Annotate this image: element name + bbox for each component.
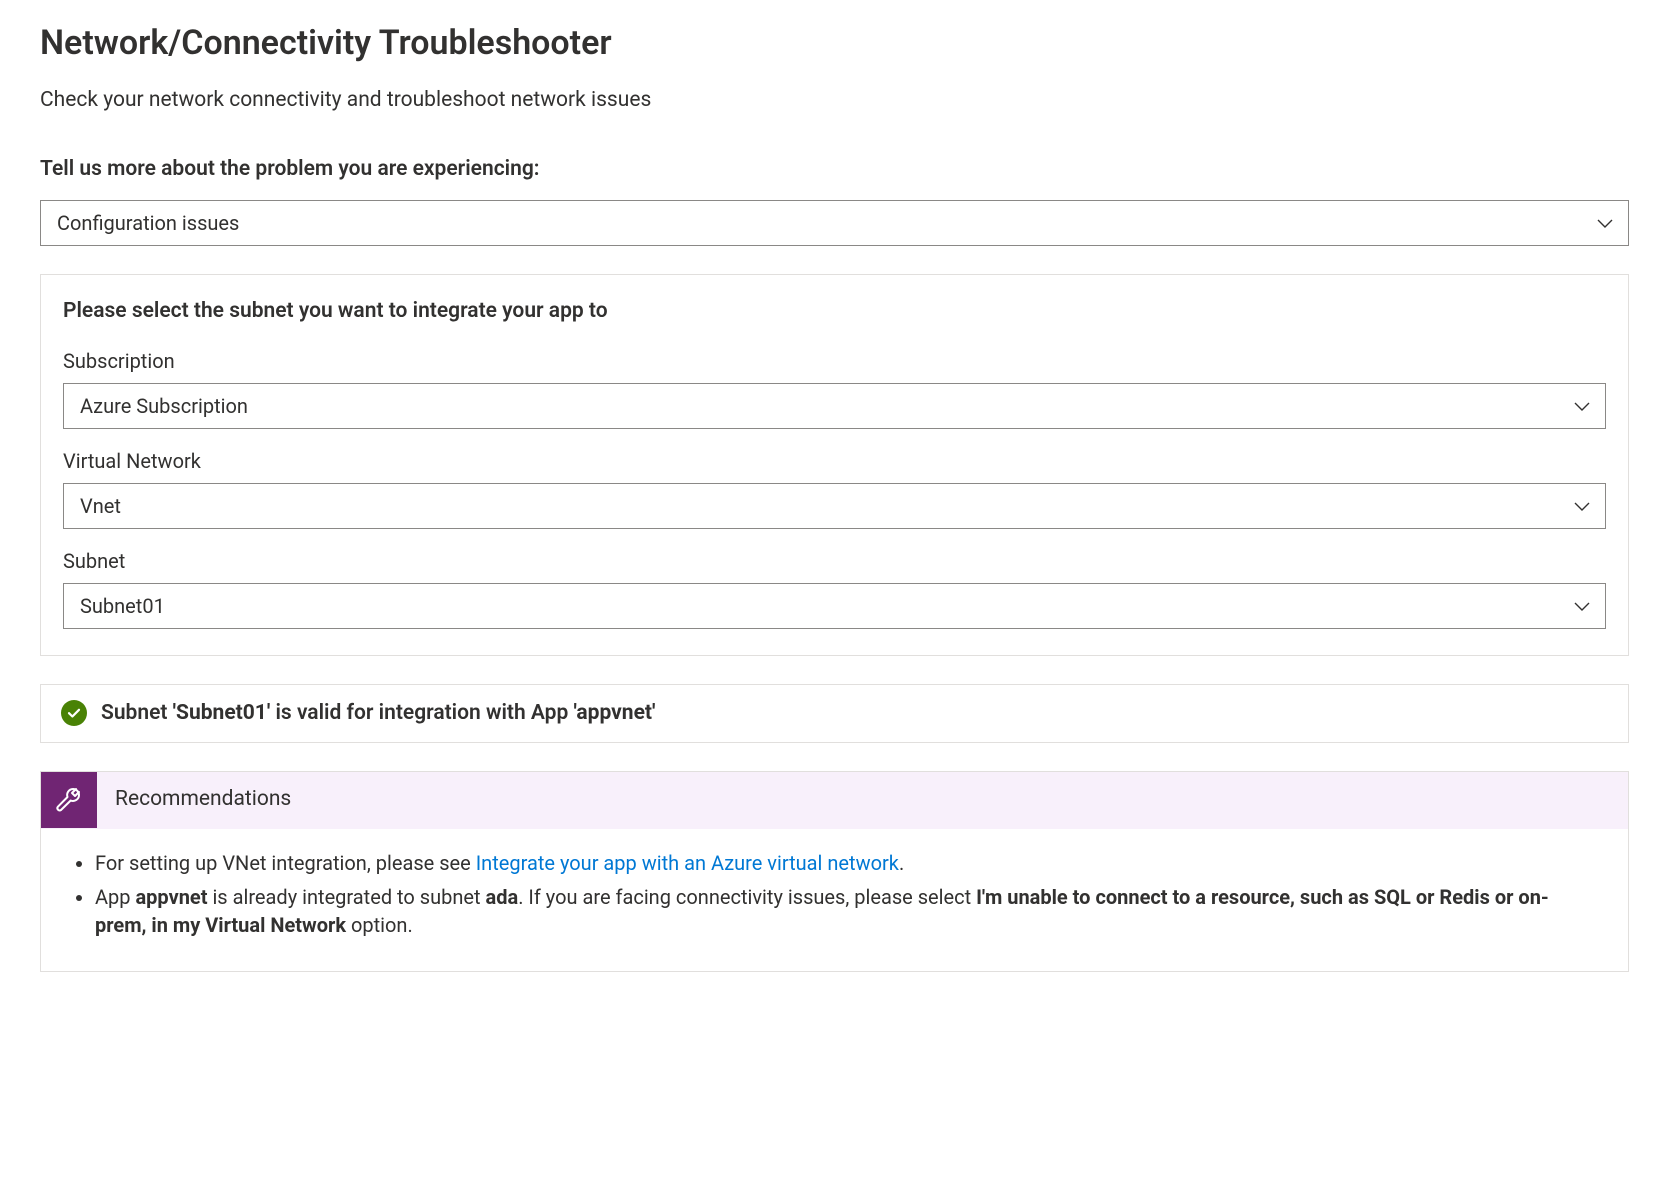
chevron-down-icon (1595, 213, 1615, 233)
subnet-select[interactable]: Subnet01 (63, 583, 1606, 629)
chevron-down-icon (1572, 396, 1592, 416)
subnet-label: Subnet (63, 547, 1606, 575)
vnet-label: Virtual Network (63, 447, 1606, 475)
status-text: Subnet 'Subnet01' is valid for integrati… (101, 699, 655, 728)
rec1-post: . (899, 851, 904, 875)
rec2-c: . If you are facing connectivity issues,… (518, 885, 976, 909)
recommendations-title: Recommendations (97, 785, 291, 814)
rec2-subnet: ada (486, 885, 519, 909)
vnet-select-value: Vnet (80, 492, 121, 520)
rec2-d: option. (346, 913, 413, 937)
rec2-b: is already integrated to subnet (207, 885, 485, 909)
page-subtitle: Check your network connectivity and trou… (40, 86, 1629, 115)
wrench-icon (41, 772, 97, 828)
subscription-select-value: Azure Subscription (80, 392, 248, 420)
recommendation-item: For setting up VNet integration, please … (95, 849, 1600, 877)
status-box: Subnet 'Subnet01' is valid for integrati… (40, 684, 1629, 743)
recommendations-body: For setting up VNet integration, please … (41, 829, 1628, 971)
subnet-panel: Please select the subnet you want to int… (40, 274, 1629, 655)
status-app-name: 'appvnet' (574, 701, 656, 725)
subscription-label: Subscription (63, 347, 1606, 375)
subnet-panel-heading: Please select the subnet you want to int… (63, 297, 1606, 326)
recommendations-header: Recommendations (41, 772, 1628, 829)
recommendation-item: App appvnet is already integrated to sub… (95, 883, 1600, 939)
status-subnet-name: 'Subnet01' (173, 701, 271, 725)
subscription-select[interactable]: Azure Subscription (63, 383, 1606, 429)
chevron-down-icon (1572, 596, 1592, 616)
page-title: Network/Connectivity Troubleshooter (40, 20, 1629, 68)
problem-label: Tell us more about the problem you are e… (40, 155, 1629, 184)
rec2-a: App (95, 885, 135, 909)
rec2-app: appvnet (135, 885, 207, 909)
status-text-pre: Subnet (101, 701, 173, 725)
problem-select[interactable]: Configuration issues (40, 200, 1629, 246)
chevron-down-icon (1572, 496, 1592, 516)
rec1-pre: For setting up VNet integration, please … (95, 851, 476, 875)
problem-select-value: Configuration issues (57, 209, 239, 237)
vnet-select[interactable]: Vnet (63, 483, 1606, 529)
subnet-select-value: Subnet01 (80, 592, 165, 620)
recommendations-block: Recommendations For setting up VNet inte… (40, 771, 1629, 972)
integrate-vnet-link[interactable]: Integrate your app with an Azure virtual… (476, 851, 899, 875)
status-text-mid: is valid for integration with App (270, 701, 573, 725)
success-check-icon (61, 700, 87, 726)
